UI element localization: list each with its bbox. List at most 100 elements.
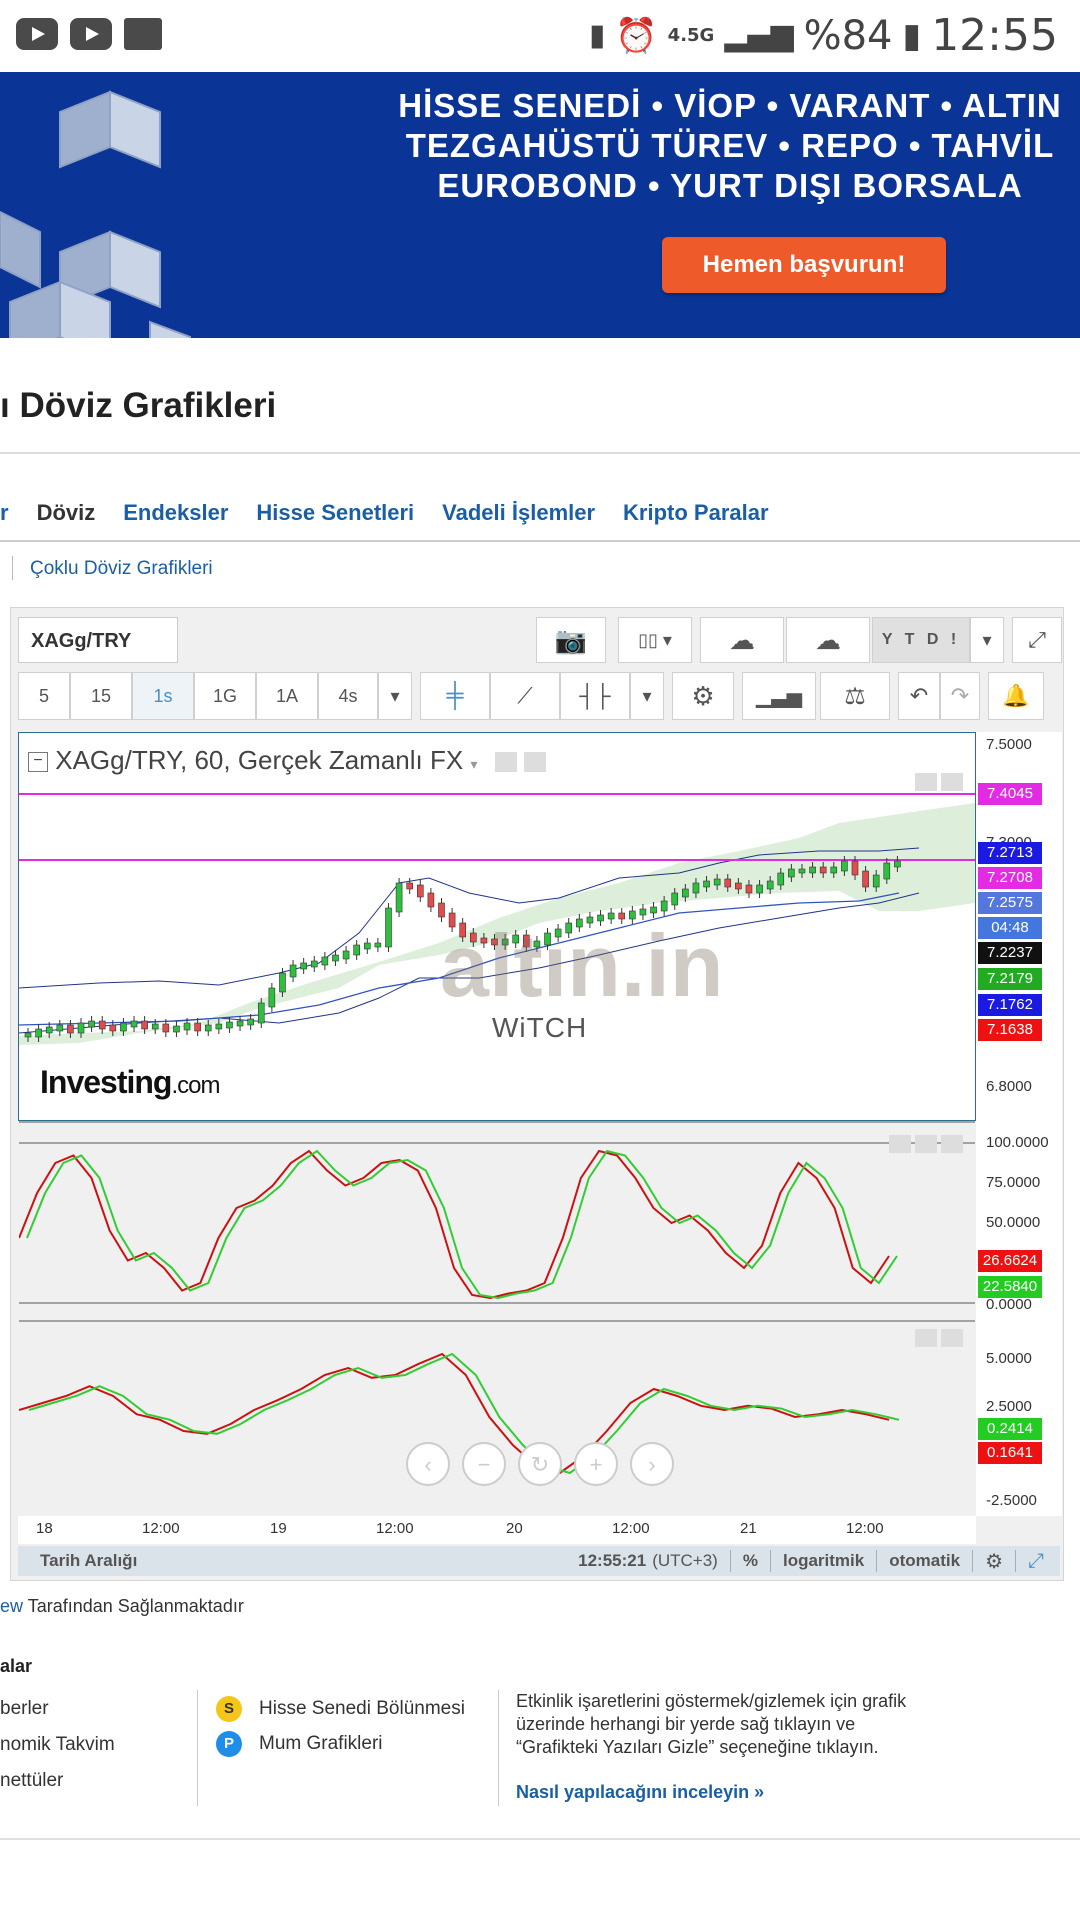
minus-icon: −	[478, 1452, 491, 1477]
candle	[98, 1020, 106, 1030]
pane-down-button[interactable]	[915, 1135, 937, 1153]
candle	[798, 868, 806, 874]
stochastic-k-line	[19, 1149, 890, 1300]
tab-partial[interactable]: r	[0, 500, 9, 534]
percent-toggle[interactable]: %	[743, 1551, 758, 1571]
bell-plus-icon: 🔔	[1002, 683, 1030, 708]
log-toggle[interactable]: logaritmik	[783, 1551, 864, 1571]
layout-button[interactable]: ▯▯ ▾	[618, 617, 692, 663]
redo-icon: ↷	[950, 683, 970, 708]
fullscreen-icon[interactable]: ⤢	[1028, 1550, 1044, 1573]
bars-button[interactable]: ┤├	[560, 672, 630, 720]
timeframe-dropdown[interactable]: ▾	[378, 672, 412, 720]
compare-button[interactable]: ⚖	[820, 672, 890, 720]
timeframe-4s[interactable]: 4s	[318, 672, 378, 720]
auto-toggle[interactable]: otomatik	[889, 1551, 960, 1571]
investing-logo: Investing.com	[40, 1064, 220, 1100]
pane-close-button[interactable]	[941, 1135, 963, 1153]
scale-icon: ⚖	[844, 682, 866, 710]
ytd-button[interactable]: Y T D !	[872, 617, 970, 663]
timeframe-1a[interactable]: 1A	[256, 672, 318, 720]
chart-canvas[interactable]: ‹ − ↻ + ›	[19, 733, 975, 1515]
chart-type-dropdown[interactable]: ▾	[630, 672, 664, 720]
tab-doviz[interactable]: Döviz	[37, 500, 96, 534]
time-axis[interactable]: 18 12:00 19 12:00 20 12:00 21 12:00	[18, 1516, 976, 1544]
pane-up-button[interactable]	[915, 773, 937, 791]
ytd-dropdown[interactable]: ▾	[970, 617, 1004, 663]
banner-line-1: HİSSE SENEDİ • VİOP • VARANT • ALTIN	[398, 87, 1062, 124]
candle	[247, 1018, 254, 1026]
eye-icon[interactable]	[494, 752, 517, 773]
tab-endeksler[interactable]: Endeksler	[123, 500, 228, 534]
tab-kripto-paralar[interactable]: Kripto Paralar	[623, 500, 769, 534]
divider	[0, 540, 1080, 542]
network-type: 4.5G	[667, 24, 715, 46]
multi-currency-link[interactable]: Çoklu Döviz Grafikleri	[30, 558, 213, 580]
undo-button[interactable]: ↶	[898, 672, 940, 720]
axis-tick: 0.0000	[986, 1296, 1032, 1313]
date-range-button[interactable]: Tarih Aralığı	[40, 1551, 137, 1571]
legend-info: Etkinlik işaretlerini göstermek/gizlemek…	[516, 1691, 907, 1757]
timeframe-5[interactable]: 5	[18, 672, 70, 720]
chart-title: − XAGg/TRY, 60, Gerçek Zamanlı FX ▾	[28, 745, 546, 776]
indicators-button[interactable]: ▁▃▅	[742, 672, 816, 720]
divider	[12, 556, 13, 580]
youtube-icon	[70, 18, 112, 50]
candle	[682, 888, 689, 898]
split-badge-icon: S	[216, 1696, 242, 1722]
credit-text: Tarafından Sağlanmaktadır	[23, 1596, 244, 1616]
candle	[24, 1032, 32, 1038]
candle	[45, 1026, 53, 1034]
candle	[872, 874, 880, 888]
divider	[0, 1838, 1080, 1840]
price-label: 7.2708	[978, 867, 1042, 889]
how-to-link[interactable]: Nasıl yapılacağını inceleyin »	[516, 1782, 764, 1803]
redo-button[interactable]: ↷	[940, 672, 980, 720]
pane-down-button[interactable]	[941, 773, 963, 791]
candle	[35, 1028, 42, 1038]
candle	[130, 1020, 138, 1028]
provider-link[interactable]: ew	[0, 1596, 23, 1616]
chart-title-text: XAGg/TRY, 60, Gerçek Zamanlı FX	[55, 745, 464, 775]
pane-up-button[interactable]	[889, 1135, 911, 1153]
line-chart-button[interactable]: ⟋	[490, 672, 560, 720]
pane-down-button[interactable]	[941, 1329, 963, 1347]
screenshot-button[interactable]: 📷	[536, 617, 606, 663]
macd-line	[19, 1352, 890, 1475]
price-label: 7.1762	[978, 994, 1042, 1016]
battery-icon: ▮	[902, 15, 922, 56]
candle	[660, 900, 668, 912]
candles-button[interactable]: ╪	[420, 672, 490, 720]
gear-icon[interactable]	[523, 752, 546, 773]
save-chart-button[interactable]: ☁	[786, 617, 870, 663]
timeframe-1s[interactable]: 1s	[132, 672, 194, 720]
apply-button[interactable]: Hemen başvurun!	[662, 237, 946, 293]
ad-banner[interactable]: HİSSE SENEDİ • VİOP • VARANT • ALTIN TEZ…	[0, 72, 1080, 338]
tab-vadeli-islemler[interactable]: Vadeli İşlemler	[442, 500, 595, 534]
settings-button[interactable]: ⚙	[672, 672, 734, 720]
load-chart-button[interactable]: ☁	[700, 617, 784, 663]
page-title: ı Döviz Grafikleri	[0, 386, 277, 425]
symbol-input[interactable]: XAGg/TRY	[18, 617, 178, 663]
candle	[120, 1022, 127, 1032]
chevron-down-icon[interactable]: ▾	[470, 756, 477, 772]
fullscreen-button[interactable]: ⤢	[1012, 617, 1062, 663]
alert-button[interactable]: 🔔	[988, 672, 1044, 720]
collapse-icon[interactable]: −	[28, 752, 48, 773]
time-tick: 19	[270, 1520, 287, 1537]
pane-up-button[interactable]	[915, 1329, 937, 1347]
banner-headline: HİSSE SENEDİ • VİOP • VARANT • ALTIN TEZ…	[360, 86, 1080, 206]
folder-icon	[124, 18, 162, 50]
gear-icon[interactable]: ⚙	[985, 1549, 1003, 1574]
macd-value: 0.1641	[978, 1442, 1042, 1464]
timeframe-1g[interactable]: 1G	[194, 672, 256, 720]
timezone[interactable]: (UTC+3)	[652, 1551, 718, 1571]
tab-hisse-senetleri[interactable]: Hisse Senetleri	[256, 500, 414, 534]
candle	[735, 882, 742, 890]
timeframe-15[interactable]: 15	[70, 672, 132, 720]
watermark-subtext: WiTCH	[492, 1012, 588, 1043]
bar-chart-icon: ┤├	[579, 683, 611, 708]
candle	[257, 1002, 265, 1024]
candle	[692, 882, 700, 894]
divider	[0, 452, 1080, 454]
